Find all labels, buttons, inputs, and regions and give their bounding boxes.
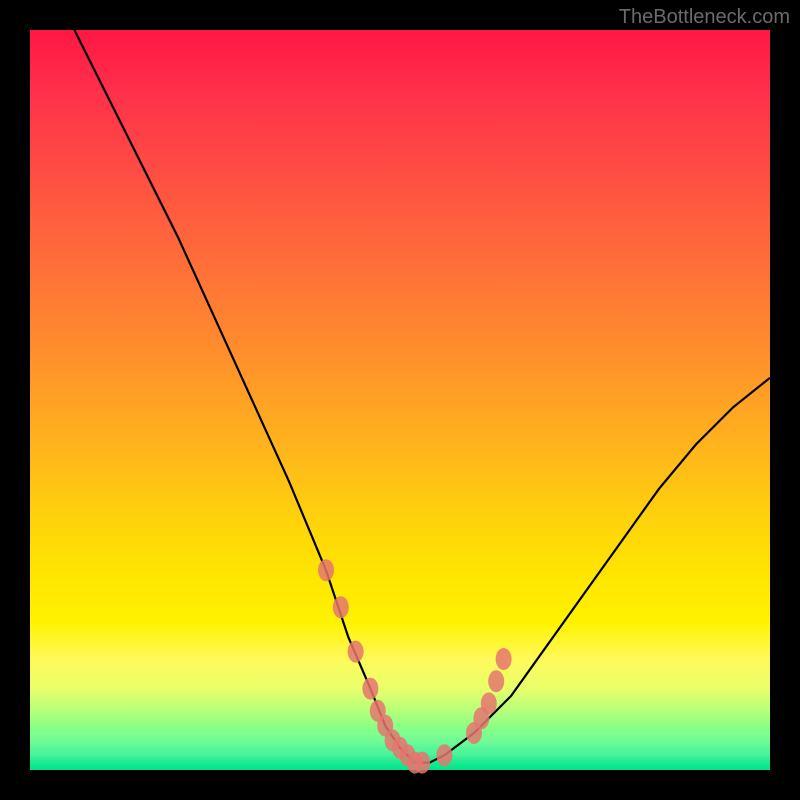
highlight-dot — [362, 678, 378, 700]
highlight-dot — [333, 596, 349, 618]
highlight-dots — [318, 559, 512, 773]
highlight-dot — [488, 670, 504, 692]
highlight-dot — [348, 641, 364, 663]
highlight-dot — [496, 648, 512, 670]
highlight-dot — [436, 744, 452, 766]
plot-area — [30, 30, 770, 770]
chart-frame: TheBottleneck.com — [0, 0, 800, 800]
bottleneck-curve — [74, 30, 770, 763]
highlight-dot — [318, 559, 334, 581]
watermark-text: TheBottleneck.com — [619, 6, 790, 29]
highlight-dot — [414, 752, 430, 774]
highlight-dot — [481, 692, 497, 714]
curve-layer — [30, 30, 770, 770]
